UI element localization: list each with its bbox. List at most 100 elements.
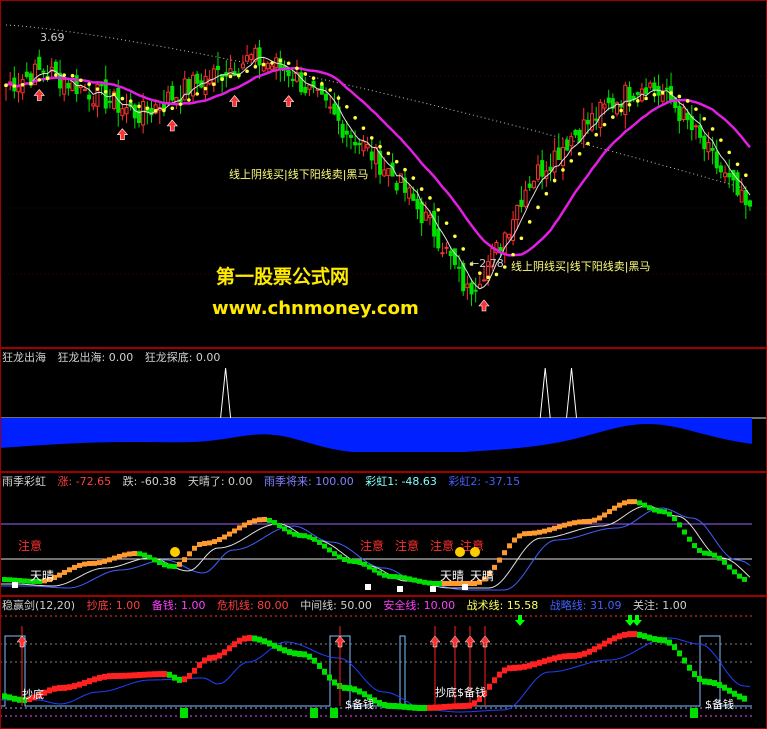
sword-block <box>232 641 237 648</box>
sword-block <box>597 643 602 650</box>
sword-block <box>327 674 332 681</box>
rainbow-block <box>602 512 607 518</box>
rainbow-block <box>242 522 247 528</box>
ma10-dot <box>87 82 91 87</box>
ma10-dot <box>278 58 283 63</box>
ma10-dot <box>719 138 723 142</box>
candle-body <box>419 201 424 224</box>
candle-body <box>324 93 329 101</box>
rainbow-block <box>382 572 387 578</box>
ma10-dot <box>120 96 125 101</box>
candle-body <box>644 87 649 94</box>
candle-body <box>652 82 657 91</box>
tianqing-label: 天晴 <box>440 569 464 583</box>
candle-body <box>698 125 703 138</box>
rainbow-block <box>712 552 717 558</box>
rainbow-block <box>387 573 392 579</box>
square-wave <box>0 635 752 707</box>
sword-block <box>507 665 512 672</box>
sword-block <box>602 640 607 647</box>
ma10-dot <box>602 122 607 127</box>
candle-body <box>748 200 752 207</box>
sword-block <box>157 671 162 678</box>
ma10-dot <box>419 187 424 191</box>
ma10-dot <box>652 92 657 97</box>
candle-body <box>718 165 723 173</box>
rainbow-block <box>637 500 642 506</box>
sword-block <box>412 704 417 711</box>
sword-block <box>492 677 497 684</box>
sword-block <box>457 703 462 710</box>
ma10-dot <box>511 252 515 257</box>
rainbow-block <box>682 529 687 535</box>
sword-block <box>277 645 282 652</box>
candle-body <box>623 84 628 116</box>
candle-body <box>66 82 71 89</box>
blue-area <box>0 418 752 452</box>
sword-block <box>472 700 477 707</box>
candle-body <box>332 103 337 115</box>
sword-block <box>417 704 422 711</box>
sword-block <box>542 658 547 665</box>
candle-body <box>635 92 640 95</box>
buy-arrow-icon <box>464 635 476 648</box>
ma10-dot <box>619 108 623 113</box>
sword-block <box>622 631 627 638</box>
watermark-title: 第一股票公式网 <box>216 266 350 288</box>
legend-die: 跌: -60.38 <box>122 475 177 488</box>
candle-body <box>723 172 728 178</box>
candle-body <box>215 65 220 71</box>
sword-block <box>317 662 322 669</box>
rainbow-block <box>67 567 72 573</box>
candle-body <box>53 61 58 73</box>
candle-body <box>427 214 432 219</box>
sword-block <box>182 676 187 683</box>
low-price-label: ←2.78 <box>470 257 504 270</box>
candle-body <box>481 279 486 282</box>
candle-body <box>432 210 437 237</box>
rainbow-block <box>582 519 587 525</box>
ma10-dot <box>328 88 333 92</box>
sword-block <box>162 671 167 678</box>
legend-anquan: 安全线: 10.00 <box>383 599 456 612</box>
sword-block <box>282 647 287 654</box>
rainbow-block <box>522 531 527 537</box>
ma10-dot <box>220 77 224 82</box>
sword-block <box>617 633 622 640</box>
sword-block <box>242 635 247 642</box>
candle-body <box>249 54 254 60</box>
sword-block <box>642 633 647 640</box>
sword-block <box>362 691 367 698</box>
rainbow-block <box>577 519 582 525</box>
ma10-dot <box>403 167 407 172</box>
rainbow-block <box>232 528 237 534</box>
tianqing-marker <box>397 586 403 592</box>
candle-body <box>228 68 233 76</box>
green-marker <box>330 708 338 718</box>
sword-block <box>577 652 582 659</box>
legend-name: 狂龙出海 <box>2 351 46 364</box>
rainbow-block <box>737 573 742 579</box>
ma10-dot <box>394 159 399 164</box>
candle-body <box>245 55 250 62</box>
candle-body <box>82 89 87 92</box>
candle-body <box>357 143 362 146</box>
ma10-dot <box>95 87 100 91</box>
rainbow-block <box>237 525 242 531</box>
rainbow-block <box>717 555 722 561</box>
ma10-dot <box>544 191 549 196</box>
rainbow-block <box>597 515 602 521</box>
ma10-dot <box>635 99 640 103</box>
candle-body <box>465 283 470 289</box>
annotation-2: 线上阴线买|线下阳线卖|黑马 <box>511 260 651 273</box>
sword-block <box>387 702 392 709</box>
signal-spike <box>220 367 232 419</box>
sword-block <box>152 671 157 678</box>
rainbow-block <box>622 500 627 506</box>
ma10-dot <box>644 96 648 101</box>
sword-block <box>652 636 657 643</box>
sword-block <box>727 687 732 694</box>
ma10-dot <box>702 116 707 121</box>
candle-body <box>182 78 187 101</box>
sword-block <box>502 667 507 674</box>
